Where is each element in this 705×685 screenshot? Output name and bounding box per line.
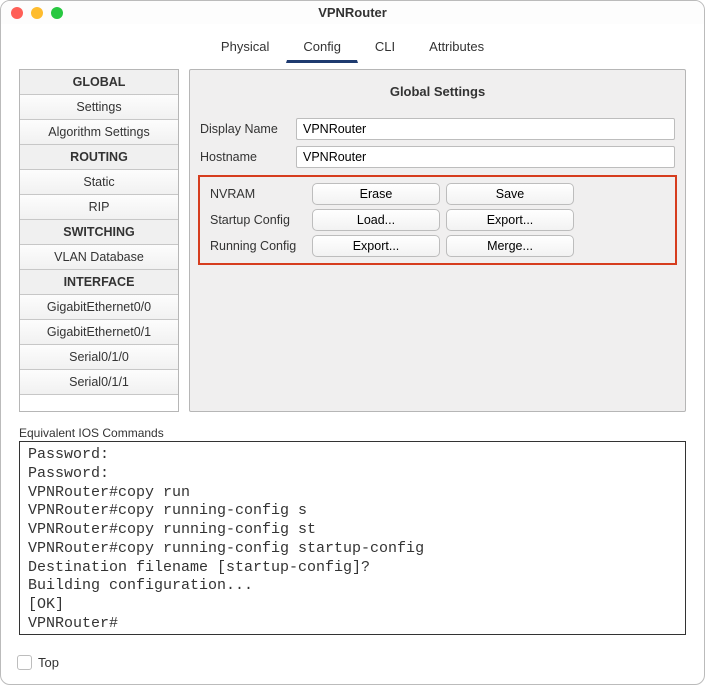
minimize-icon[interactable] [31, 7, 43, 19]
sidebar-header-switching: SWITCHING [20, 220, 178, 245]
nvram-label: NVRAM [210, 187, 306, 201]
nvram-row: NVRAM Erase Save [202, 181, 673, 207]
ios-commands-label: Equivalent IOS Commands [19, 426, 686, 440]
sidebar-item-serial011[interactable]: Serial0/1/1 [20, 370, 178, 395]
settings-panel: Global Settings Display Name Hostname NV… [189, 69, 686, 412]
sidebar-item-serial010[interactable]: Serial0/1/0 [20, 345, 178, 370]
display-name-input[interactable] [296, 118, 675, 140]
sidebar-item-ge00[interactable]: GigabitEthernet0/0 [20, 295, 178, 320]
sidebar-item-algorithm-settings[interactable]: Algorithm Settings [20, 120, 178, 145]
display-name-row: Display Name [190, 115, 685, 143]
nvram-save-button[interactable]: Save [446, 183, 574, 205]
panel-title: Global Settings [190, 70, 685, 115]
startup-config-row: Startup Config Load... Export... [202, 207, 673, 233]
tab-attributes[interactable]: Attributes [412, 32, 501, 63]
close-icon[interactable] [11, 7, 23, 19]
running-config-label: Running Config [210, 239, 306, 253]
main-content: GLOBAL Settings Algorithm Settings ROUTI… [1, 63, 704, 424]
hostname-label: Hostname [200, 150, 292, 164]
sidebar-item-ge01[interactable]: GigabitEthernet0/1 [20, 320, 178, 345]
startup-load-button[interactable]: Load... [312, 209, 440, 231]
running-merge-button[interactable]: Merge... [446, 235, 574, 257]
top-checkbox[interactable] [17, 655, 32, 670]
startup-config-label: Startup Config [210, 213, 306, 227]
sidebar-header-interface: INTERFACE [20, 270, 178, 295]
sidebar-item-rip[interactable]: RIP [20, 195, 178, 220]
running-config-row: Running Config Export... Merge... [202, 233, 673, 259]
nvram-erase-button[interactable]: Erase [312, 183, 440, 205]
sidebar-item-vlan-database[interactable]: VLAN Database [20, 245, 178, 270]
titlebar: VPNRouter [1, 1, 704, 24]
highlighted-config-box: NVRAM Erase Save Startup Config Load... … [198, 175, 677, 265]
sidebar-gap [20, 395, 178, 411]
hostname-row: Hostname [190, 143, 685, 171]
tab-bar: Physical Config CLI Attributes [1, 24, 704, 63]
display-name-label: Display Name [200, 122, 292, 136]
ios-commands-output[interactable]: Password: Password: VPNRouter#copy run V… [19, 441, 686, 635]
sidebar-header-global: GLOBAL [20, 70, 178, 95]
hostname-input[interactable] [296, 146, 675, 168]
window-controls [11, 7, 63, 19]
sidebar: GLOBAL Settings Algorithm Settings ROUTI… [19, 69, 179, 412]
sidebar-item-static[interactable]: Static [20, 170, 178, 195]
startup-export-button[interactable]: Export... [446, 209, 574, 231]
ios-section: Equivalent IOS Commands Password: Passwo… [1, 424, 704, 645]
footer: Top [1, 645, 704, 684]
running-export-button[interactable]: Export... [312, 235, 440, 257]
tab-physical[interactable]: Physical [204, 32, 286, 63]
top-checkbox-label: Top [38, 655, 59, 670]
sidebar-item-settings[interactable]: Settings [20, 95, 178, 120]
window-title: VPNRouter [1, 5, 704, 20]
sidebar-header-routing: ROUTING [20, 145, 178, 170]
zoom-icon[interactable] [51, 7, 63, 19]
tab-cli[interactable]: CLI [358, 32, 412, 63]
tab-config[interactable]: Config [286, 32, 358, 63]
app-window: VPNRouter Physical Config CLI Attributes… [0, 0, 705, 685]
